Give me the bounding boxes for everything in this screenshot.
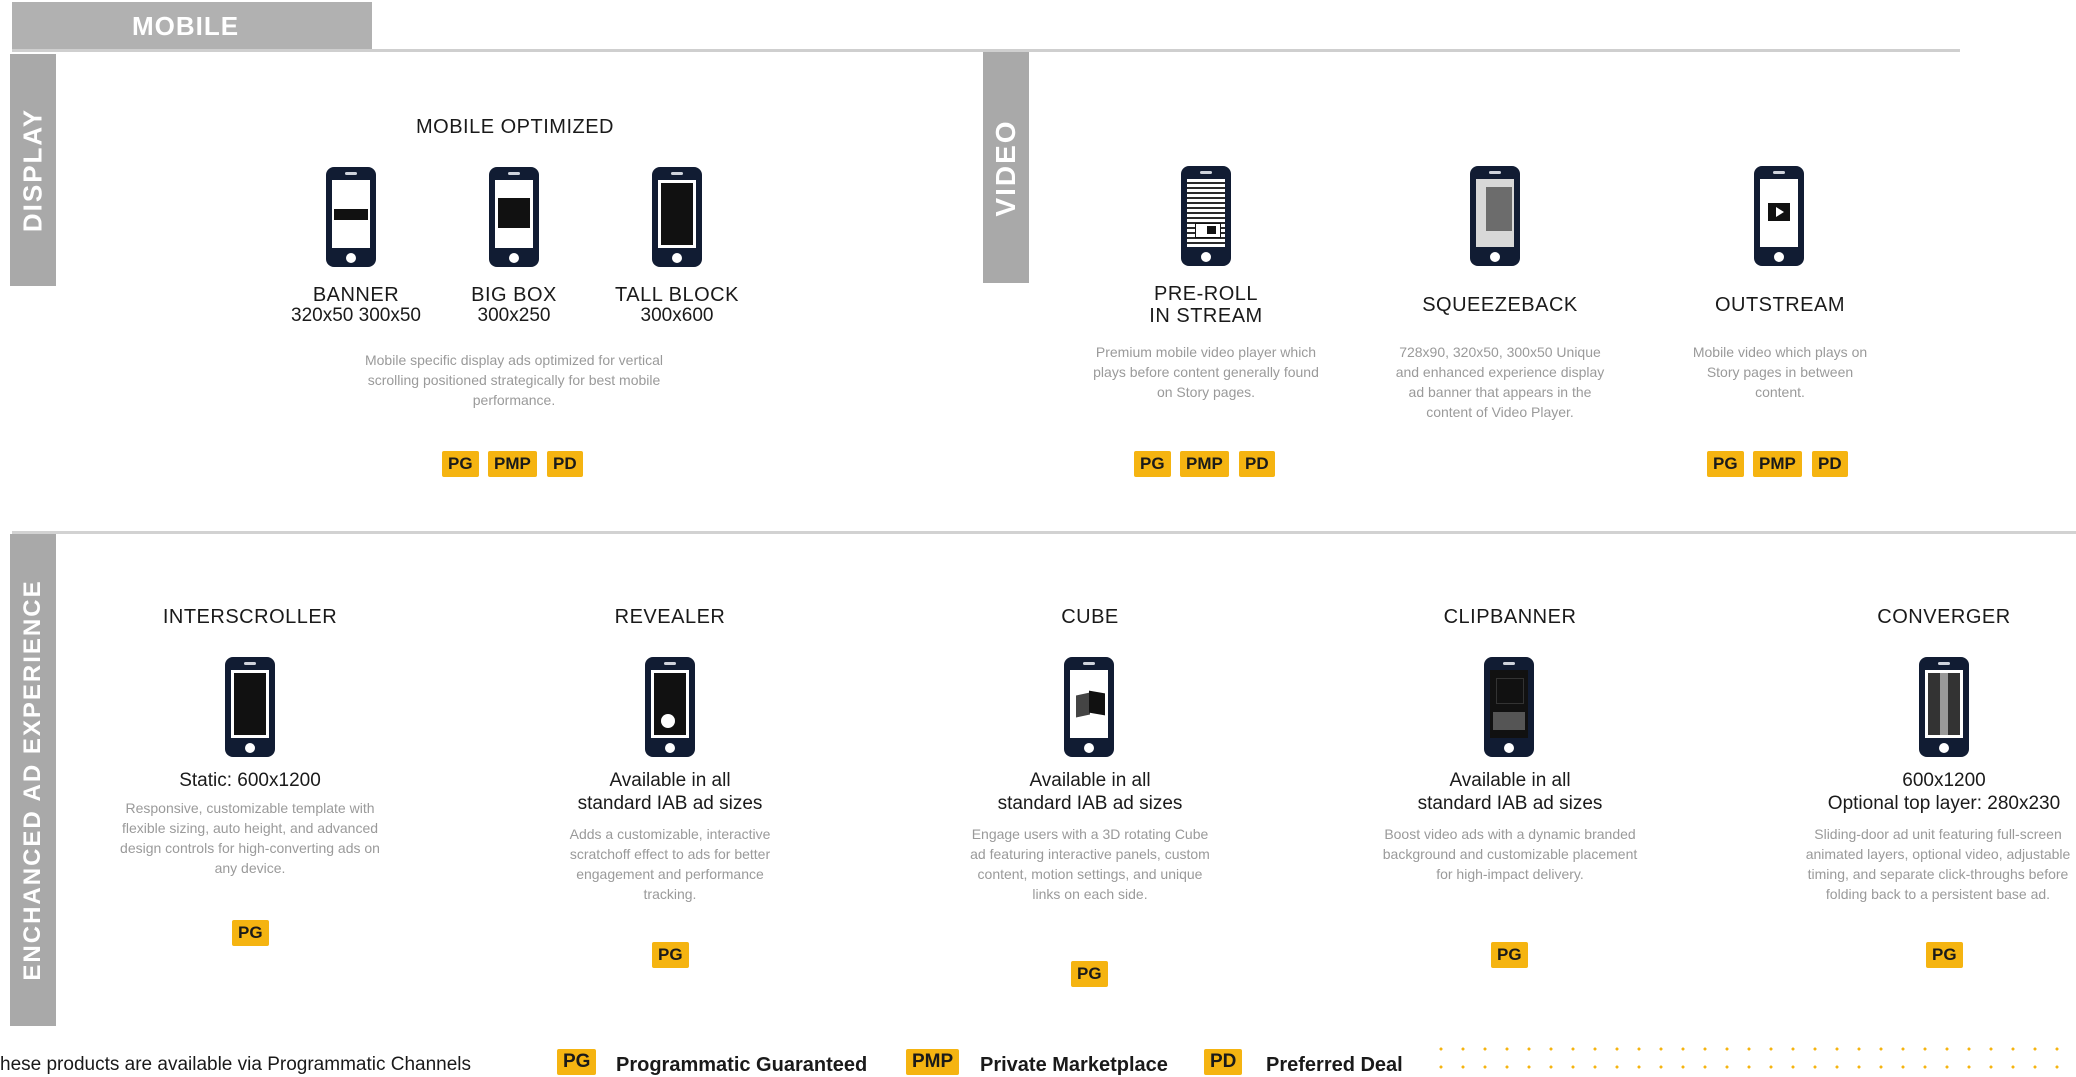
clipbanner-description: Boost video ads with a dynamic branded b…	[1382, 826, 1638, 882]
preroll-badge-pmp: PMP	[1180, 451, 1229, 477]
enhanced-section-label: ENCHANCED AD EXPERIENCE	[10, 534, 56, 1026]
video-section-label: VIDEO	[983, 52, 1029, 283]
middle-divider	[12, 531, 2076, 534]
footer-label-pmp: Private Marketplace	[980, 1054, 1168, 1076]
cube-badge-pg: PG	[1071, 961, 1108, 987]
revealer-title: REVEALER	[614, 606, 726, 628]
phone-revealer-icon	[645, 657, 695, 757]
preroll-description: Premium mobile video player which plays …	[1093, 344, 1319, 400]
converger-size-line1: 600x1200	[1902, 770, 1986, 791]
interscroller-badge-pg: PG	[232, 920, 269, 946]
preroll-badge-pg: PG	[1134, 451, 1171, 477]
footer-note: hese products are available via Programm…	[0, 1054, 472, 1075]
phone-cube-icon	[1064, 657, 1114, 757]
converger-title: CONVERGER	[1877, 606, 2011, 628]
display-badge-pg: PG	[442, 451, 479, 477]
display-badge-pmp: PMP	[488, 451, 537, 477]
interscroller-title: INTERSCROLLER	[162, 606, 338, 628]
outstream-badge-pg: PG	[1707, 451, 1744, 477]
enhanced-label-text: ENCHANCED AD EXPERIENCE	[19, 579, 46, 981]
interscroller-description: Responsive, customizable template with f…	[120, 800, 380, 876]
revealer-size-line2: standard IAB ad sizes	[577, 793, 763, 814]
footer-badge-pd: PD	[1204, 1049, 1243, 1075]
footer-badge-pg: PG	[557, 1049, 597, 1075]
cube-size-line2: standard IAB ad sizes	[997, 793, 1183, 814]
phone-converger-icon	[1919, 657, 1969, 757]
outstream-badge-pd: PD	[1812, 451, 1848, 477]
revealer-badge-pg: PG	[652, 942, 689, 968]
mobile-header-label: MOBILE	[132, 11, 240, 41]
footer-label-pg: Programmatic Guaranteed	[616, 1054, 868, 1076]
phone-preroll-icon	[1181, 166, 1231, 266]
interscroller-size: Static: 600x1200	[179, 770, 321, 791]
display-heading: MOBILE OPTIMIZED	[415, 116, 615, 138]
outstream-description: Mobile video which plays on Story pages …	[1692, 344, 1868, 400]
cube-description: Engage users with a 3D rotating Cube ad …	[970, 826, 1210, 902]
preroll-title-line2: IN STREAM	[1149, 305, 1263, 327]
phone-interscroller-icon	[225, 657, 275, 757]
clipbanner-badge-pg: PG	[1491, 942, 1528, 968]
decorative-dot-pattern	[1430, 1040, 2070, 1076]
tallblock-title: TALL BLOCK	[615, 284, 739, 306]
cube-size-line1: Available in all	[1029, 770, 1151, 791]
footer-badge-pmp: PMP	[906, 1049, 960, 1075]
display-description: Mobile specific display ads optimized fo…	[364, 352, 663, 408]
mobile-header-tab: MOBILE	[12, 2, 372, 51]
converger-size-line2: Optional top layer: 280x230	[1827, 793, 2061, 814]
bigbox-size: 300x250	[477, 305, 551, 326]
video-label-text: VIDEO	[990, 118, 1021, 217]
tallblock-size: 300x600	[640, 305, 714, 326]
phone-tallblock-icon	[652, 167, 702, 267]
squeezeback-title: SQUEEZEBACK	[1422, 294, 1578, 316]
revealer-description: Adds a customizable, interactive scratch…	[569, 826, 771, 902]
phone-clipbanner-icon	[1484, 657, 1534, 757]
display-label-text: DISPLAY	[17, 107, 48, 233]
display-section-label: DISPLAY	[10, 54, 56, 286]
phone-banner-icon	[326, 167, 376, 267]
squeezeback-description: 728x90, 320x50, 300x50 Unique and enhanc…	[1395, 344, 1605, 420]
display-badge-pd: PD	[547, 451, 583, 477]
banner-size: 320x50 300x50	[291, 305, 421, 326]
clipbanner-title: CLIPBANNER	[1443, 606, 1577, 628]
banner-title: BANNER	[312, 284, 400, 306]
phone-bigbox-icon	[489, 167, 539, 267]
bigbox-title: BIG BOX	[471, 284, 557, 306]
outstream-title: OUTSTREAM	[1714, 294, 1846, 316]
revealer-size-line1: Available in all	[609, 770, 731, 791]
converger-description: Sliding-door ad unit featuring full-scre…	[1805, 826, 2071, 902]
converger-badge-pg: PG	[1926, 942, 1963, 968]
outstream-badge-pmp: PMP	[1753, 451, 1802, 477]
preroll-title-line1: PRE-ROLL	[1153, 283, 1259, 305]
phone-outstream-icon	[1754, 166, 1804, 266]
footer-label-pd: Preferred Deal	[1266, 1054, 1403, 1076]
cube-title: CUBE	[1061, 606, 1119, 628]
preroll-badge-pd: PD	[1239, 451, 1275, 477]
clipbanner-size-line2: standard IAB ad sizes	[1417, 793, 1603, 814]
clipbanner-size-line1: Available in all	[1449, 770, 1571, 791]
phone-squeezeback-icon	[1470, 166, 1520, 266]
